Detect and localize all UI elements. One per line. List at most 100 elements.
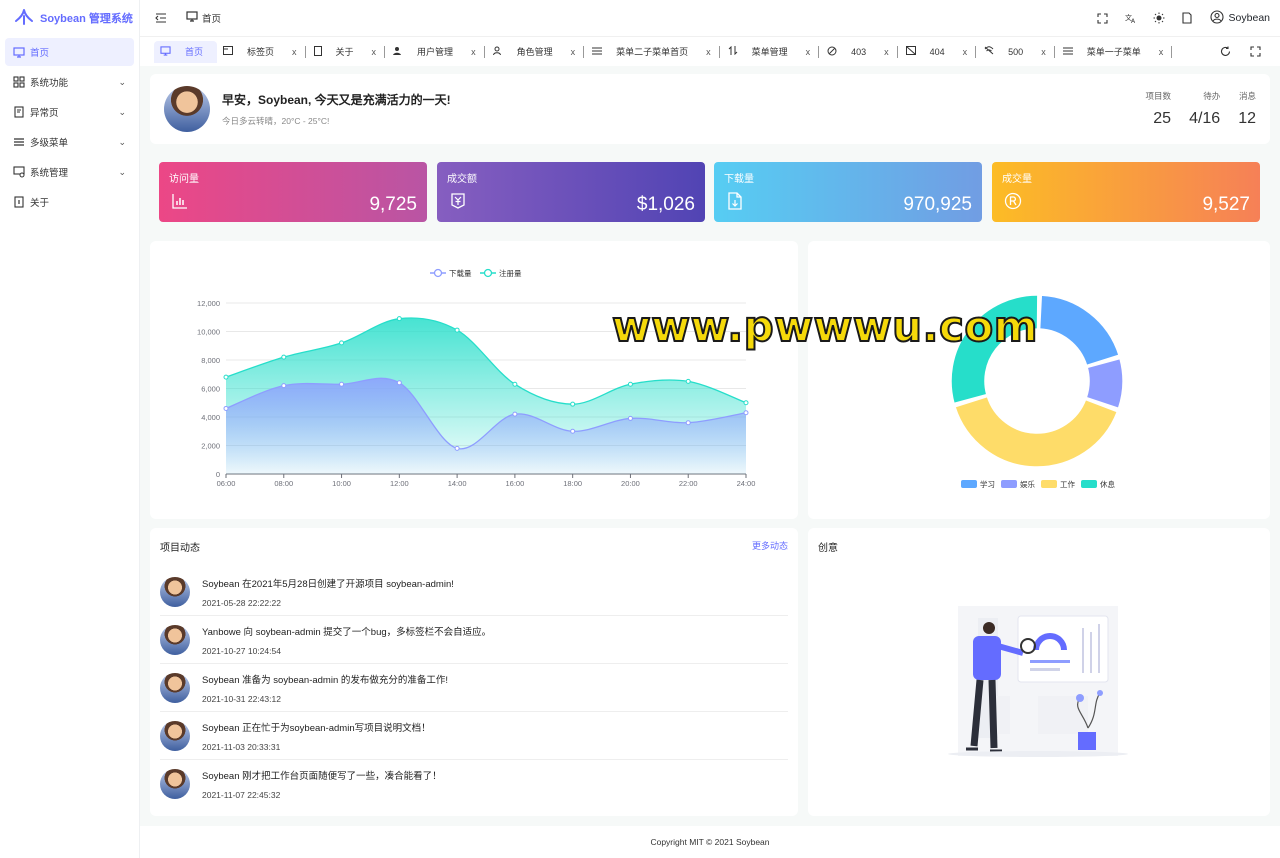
chevron-down-icon: ⌄ [118, 76, 126, 87]
list-item[interactable]: Soybean 准备为 soybean-admin 的发布做充分的准备工作! 20… [160, 664, 788, 712]
tab-label: 首页 [185, 47, 204, 57]
brand[interactable]: Soybean 管理系统 [0, 0, 139, 36]
breadcrumb[interactable]: 首页 [186, 11, 221, 25]
legend-marker [483, 268, 493, 278]
fullscreen-icon[interactable] [1092, 7, 1114, 29]
tab-bar: 首页 标签页 x 关于 x 用户管理 x 角色管理 x 菜单二子菜单首页 x 菜… [140, 36, 1280, 66]
language-icon[interactable]: 文A [1120, 7, 1142, 29]
close-icon[interactable]: x [372, 47, 377, 57]
close-icon[interactable]: x [1159, 47, 1164, 57]
metric-card-visits: 访问量 9,725 [159, 162, 427, 222]
close-icon[interactable]: x [706, 47, 711, 57]
sidebar-item-label: 异常页 [30, 108, 59, 119]
metric-value: $1,026 [636, 194, 695, 215]
sidebar-item-system-functions[interactable]: 系统功能 ⌄ [5, 68, 134, 96]
list-item[interactable]: Soybean 在2021年5月28日创建了开源项目 soybean-admin… [160, 568, 788, 616]
watermark-text: www.pwwwu.com [611, 301, 1039, 352]
activity-time: 2021-05-28 22:22:22 [202, 597, 281, 608]
tab-divider [718, 45, 720, 58]
tab-500[interactable]: 500 x [978, 41, 1052, 63]
welcome-stats: 项目数 25 待办 4/16 消息 12 [1146, 90, 1256, 128]
activity-time: 2021-11-07 22:45:32 [202, 790, 281, 800]
avatar [160, 672, 190, 703]
close-icon[interactable]: x [292, 47, 297, 57]
creative-card: 创意 [808, 528, 1270, 816]
tab-label: 关于 [335, 47, 354, 57]
content-fullscreen-icon[interactable] [1244, 41, 1266, 63]
series-point [743, 400, 749, 406]
legend-label: 工作 [1060, 479, 1076, 489]
bar-chart-icon [171, 192, 189, 210]
close-icon[interactable]: x [1041, 47, 1046, 57]
theme-sun-icon[interactable] [1148, 7, 1170, 29]
tab-menu1-sub[interactable]: 菜单一子菜单 x [1057, 41, 1170, 63]
tab-label: 角色管理 [516, 47, 553, 57]
pie-chart-card: 学习 娱乐 工作 休息 [808, 241, 1270, 519]
tab-label: 菜单管理 [751, 47, 788, 57]
tab-menu2-sub-home[interactable]: 菜单二子菜单首页 x [586, 41, 717, 63]
list-item[interactable]: Soybean 刚才把工作台页面随便写了一些，凑合能看了！ 2021-11-07 … [160, 760, 788, 808]
tab-menu-management[interactable]: 菜单管理 x [722, 41, 817, 63]
reload-icon[interactable] [1214, 41, 1236, 63]
tab-home[interactable]: 首页 [154, 40, 218, 63]
x-tick-label: 18:00 [563, 479, 582, 488]
tab-user-management[interactable]: 用户管理 x [387, 41, 482, 63]
tab-about[interactable]: 关于 x [308, 41, 383, 63]
x-tick-label: 22:00 [679, 479, 698, 488]
monitor-icon [13, 46, 25, 58]
stat-label: 消息 [1238, 91, 1256, 101]
close-icon[interactable]: x [963, 47, 968, 57]
close-icon[interactable]: x [471, 47, 476, 57]
tab-divider [1053, 45, 1055, 58]
legend-swatch [1001, 480, 1017, 488]
series-point [281, 354, 287, 360]
top-header: 首页 文A Soybean [140, 0, 1280, 36]
chevron-down-icon: ⌄ [118, 106, 126, 117]
list-icon [592, 47, 603, 57]
stat-projects: 项目数 25 [1146, 90, 1172, 128]
sidebar-item-about[interactable]: 关于 [5, 188, 134, 216]
x-tick-label: 12:00 [390, 479, 409, 488]
user-menu[interactable]: Soybean [1209, 9, 1270, 27]
footer: Copyright MIT © 2021 Soybean [140, 826, 1280, 858]
close-icon[interactable]: x [806, 47, 811, 57]
legend-swatch [1041, 480, 1057, 488]
list-item[interactable]: Yanbowe 向 soybean-admin 提交了一个bug，多标签栏不会自… [160, 616, 788, 664]
tab-403[interactable]: 403 x [821, 41, 895, 63]
sidebar-item-home[interactable]: 首页 [5, 38, 134, 66]
sort-icon [728, 45, 738, 57]
series-point [454, 327, 460, 333]
tab-divider [583, 45, 585, 58]
sidebar-item-exception[interactable]: 异常页 ⌄ [5, 98, 134, 126]
tab-divider [384, 45, 386, 58]
close-icon[interactable]: x [884, 47, 889, 57]
y-tick-label: 2,000 [201, 442, 220, 451]
metric-card-revenue: 成交额 $1,026 [437, 162, 705, 222]
menu-collapse-icon[interactable] [150, 7, 172, 29]
theme-config-icon[interactable] [1176, 7, 1198, 29]
avatar [164, 86, 210, 132]
monitor-icon [160, 45, 171, 58]
tab-role-management[interactable]: 角色管理 x [487, 41, 582, 63]
list-item[interactable]: Soybean 正在忙于为soybean-admin写项目说明文档！ 2021-1… [160, 712, 788, 760]
tab-tabs-page[interactable]: 标签页 x [217, 41, 303, 63]
tab-divider [483, 45, 485, 58]
stat-todo: 待办 4/16 [1189, 90, 1220, 128]
more-activity-link[interactable]: 更多动态 [752, 539, 788, 552]
stat-label: 待办 [1203, 91, 1221, 101]
tab-404[interactable]: 404 x [900, 41, 974, 63]
activity-time: 2021-11-03 20:33:31 [202, 741, 281, 752]
close-icon[interactable]: x [571, 47, 576, 57]
y-tick-label: 8,000 [201, 356, 220, 365]
series-point [454, 445, 460, 451]
chevron-down-icon: ⌄ [118, 166, 126, 177]
pie-slice [1085, 357, 1124, 410]
series-point [281, 383, 287, 389]
creative-title: 创意 [818, 543, 838, 554]
sidebar-item-system-management[interactable]: 系统管理 ⌄ [5, 158, 134, 186]
line-chart: 0 2,000 4,000 6,000 8,000 10,000 12,000 06:00 08… [197, 268, 755, 488]
series-point [685, 378, 691, 384]
greeting: 早安，Soybean, 今天又是充满活力的一天! [222, 93, 451, 107]
sidebar-item-multi-menu[interactable]: 多级菜单 ⌄ [5, 128, 134, 156]
legend-swatch [1081, 480, 1097, 488]
